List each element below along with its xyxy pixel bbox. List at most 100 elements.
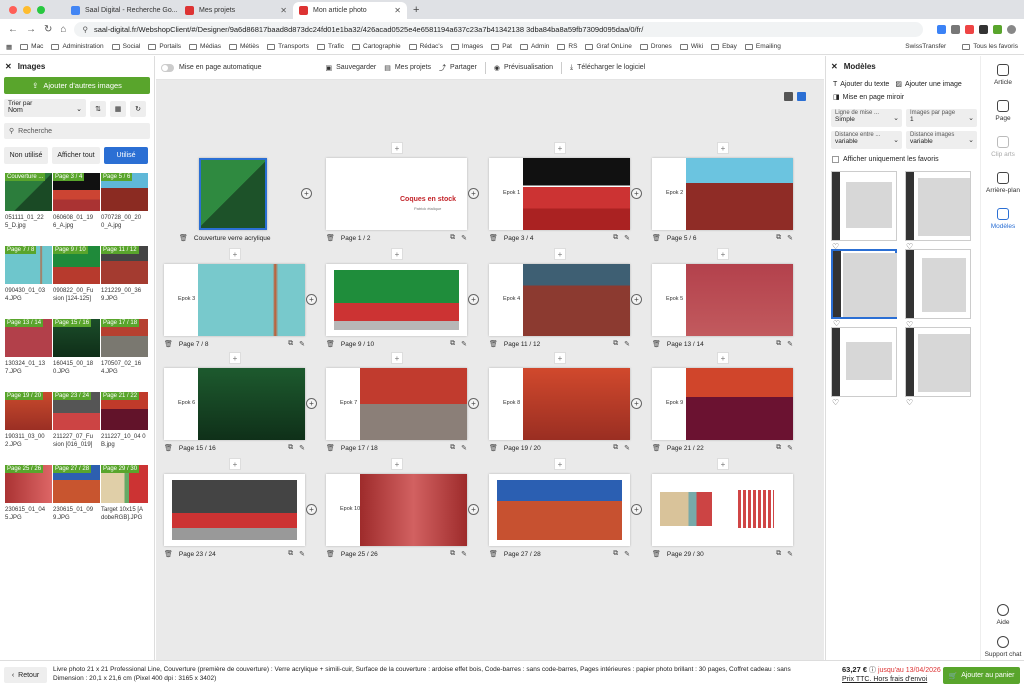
template-item[interactable]: ♡ [831,171,897,251]
maximize-window-button[interactable] [37,5,45,14]
edit-icon[interactable]: ✎ [624,234,630,242]
copy-icon[interactable]: ⧉ [776,234,781,242]
bookmark-folder[interactable]: Ebay [711,43,737,50]
insert-page-button[interactable]: + [631,398,642,409]
preview-button[interactable]: ◉ Prévisualisation [494,64,553,72]
image-thumbnail[interactable]: Page 7 / 8 090430_01_03 4.JPG [5,246,52,319]
bookmark-folder[interactable]: Images [450,43,483,50]
insert-page-above-button[interactable]: + [391,352,403,364]
extension-icon[interactable] [951,24,960,34]
extension-icon[interactable] [979,24,988,34]
template-item[interactable]: ♡ [905,249,971,329]
insert-page-above-button[interactable]: + [391,142,403,154]
insert-page-above-button[interactable]: + [391,458,403,470]
support-chat-button[interactable]: Support chat [981,636,1024,658]
spread[interactable] [199,158,267,230]
edit-icon[interactable]: ✎ [299,550,305,558]
add-text-button[interactable]: T Ajouter du texte [833,80,889,88]
layout-line-select[interactable]: Ligne de mise ... Simple ⌄ [831,109,902,127]
insert-page-button[interactable]: + [468,294,479,305]
insert-page-above-button[interactable]: + [554,142,566,154]
trash-icon[interactable]: 🗑 [164,550,173,558]
image-thumbnail[interactable]: Page 21 / 22 211227_10_04 0 B.jpg [101,392,148,465]
copy-icon[interactable]: ⧉ [288,340,293,348]
insert-page-above-button[interactable]: + [229,248,241,260]
image-thumbnail[interactable]: Page 11 / 12 121229_00_36 9.JPG [101,246,148,319]
trash-icon[interactable]: 🗑 [489,550,498,558]
add-images-button[interactable]: ⇪ Ajouter d'autres images [4,77,150,94]
distance-images-select[interactable]: Distance images variable ⌄ [906,131,977,149]
spread[interactable]: Epok 1 [489,158,630,230]
bookmark-folder[interactable]: Admin [519,43,549,50]
spread[interactable]: Coques en stock Patrick étalique [326,158,467,230]
copy-icon[interactable]: ⧉ [450,444,455,452]
close-window-button[interactable] [9,5,17,14]
template-item[interactable]: ♡ [831,327,897,407]
insert-page-button[interactable]: + [306,504,317,515]
edit-icon[interactable]: ✎ [461,234,467,242]
trash-icon[interactable]: 🗑 [489,444,498,452]
insert-page-above-button[interactable]: + [229,352,241,364]
spread[interactable]: Epok 10 [326,474,467,546]
bookmark-folder[interactable]: Rédac's [408,43,443,50]
spread[interactable]: Epok 9 [652,368,793,440]
browser-tab-article[interactable]: Mon article photo ✕ [293,2,407,19]
insert-page-above-button[interactable]: + [554,248,566,260]
trash-icon[interactable]: 🗑 [489,340,498,348]
copy-icon[interactable]: ⧉ [288,444,293,452]
insert-page-button[interactable]: + [631,504,642,515]
insert-page-above-button[interactable]: + [717,142,729,154]
images-per-page-select[interactable]: Images par page 1 ⌄ [906,109,977,127]
info-icon[interactable]: ⓘ [869,667,876,674]
edit-icon[interactable]: ✎ [299,340,305,348]
spread[interactable]: Epok 4 [489,264,630,336]
edit-icon[interactable]: ✎ [787,444,793,452]
distance-between-select[interactable]: Distance entre ... variable ⌄ [831,131,902,149]
spread[interactable]: Epok 2 [652,158,793,230]
single-view-icon[interactable] [784,92,793,101]
back-icon[interactable]: ← [8,24,18,35]
bookmark-folder[interactable]: Mac [20,43,43,50]
bookmark-folder[interactable]: Pat [491,43,512,50]
my-projects-button[interactable]: ▤ Mes projets [384,64,431,72]
insert-page-button[interactable]: + [468,398,479,409]
bookmark-folder[interactable]: Drones [639,43,672,50]
spread[interactable]: Epok 3 [164,264,305,336]
share-button[interactable]: ⤴ Partager [439,63,477,73]
edit-icon[interactable]: ✎ [624,444,630,452]
bookmark-swisstransfer[interactable]: SwissTransfer [905,43,946,50]
copy-icon[interactable]: ⧉ [450,340,455,348]
add-image-button[interactable]: ▨ Ajouter une image [895,80,961,89]
insert-page-above-button[interactable]: + [229,458,241,470]
edit-icon[interactable]: ✎ [461,444,467,452]
bookmark-folder[interactable]: Trafic [316,43,344,50]
image-thumbnail[interactable]: Page 9 / 10090822_00_Fu sion [124-125] 1… [53,246,100,319]
grid-view-button[interactable]: ▦ [110,101,126,117]
spread[interactable]: Epok 7 [326,368,467,440]
image-thumbnail[interactable]: Page 19 / 20 190311_03_00 2.JPG [5,392,52,465]
sort-select[interactable]: Trier par Nom ⌄ [4,99,86,117]
bookmark-all-favorites[interactable]: Tous les favoris [962,43,1018,50]
heart-icon[interactable]: ♡ [906,398,913,407]
insert-page-above-button[interactable]: + [391,248,403,260]
bookmark-folder[interactable]: Transports [267,43,309,50]
edit-icon[interactable]: ✎ [787,340,793,348]
trash-icon[interactable]: 🗑 [326,340,335,348]
image-thumbnail[interactable]: Page 29 / 30 Target 10x15 [A dobeRGB].JPG [101,465,148,538]
browser-tab-google[interactable]: Saal Digital - Recherche Go...✕ [65,2,179,19]
trash-icon[interactable]: 🗑 [652,550,661,558]
insert-page-above-button[interactable]: + [717,458,729,470]
trash-icon[interactable]: 🗑 [326,550,335,558]
insert-page-above-button[interactable]: + [717,352,729,364]
minimize-window-button[interactable] [23,5,31,14]
image-thumbnail[interactable]: Page 5 / 6 070728_00_20 0_A.jpg [101,173,148,246]
rail-item-page[interactable]: Page [981,100,1024,122]
bookmark-folder[interactable]: RS [557,43,577,50]
image-thumbnail[interactable]: Page 23 / 24 211227_07_Fu sion [016_019] … [53,392,100,465]
refresh-button[interactable]: ↻ [130,101,146,117]
insert-page-button[interactable]: + [631,294,642,305]
spread[interactable]: Epok 8 [489,368,630,440]
new-tab-button[interactable]: + [413,4,419,16]
trash-icon[interactable]: 🗑 [326,444,335,452]
copy-icon[interactable]: ⧉ [613,444,618,452]
